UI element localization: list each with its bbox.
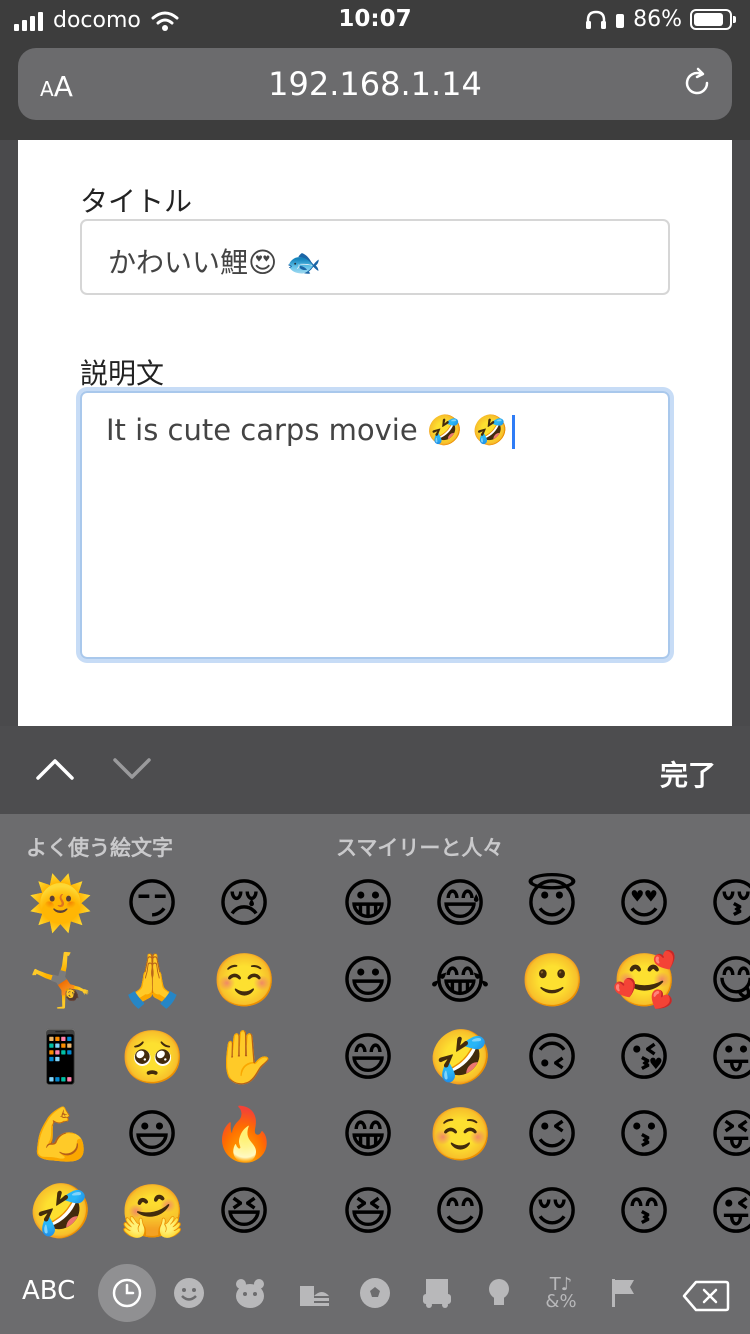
emoji-grid: 🌞 😏 😢 😀 😅 😇 😍 😚 🤸 🙏 ☺️ 😃 😂 🙂 🥰 😋 📱 🥺 ✋ 😄 🤣 🙃 😘 😛 💪 😃 🔥 😁 ☺️ 😉 😗 😝 🤣 🤗 😆 😆 😊 😌… — [0, 872, 750, 1242]
battery-icon — [690, 9, 736, 30]
title-input[interactable]: かわいい鯉😍 🐟 — [80, 219, 670, 295]
emoji-key[interactable]: 😏 — [120, 872, 184, 936]
bear-icon[interactable] — [233, 1276, 267, 1310]
address-bar[interactable]: AA 192.168.1.14 — [18, 48, 732, 120]
keyboard-accessory-bar: 完了 — [0, 726, 750, 814]
emoji-key[interactable]: 🙏 — [120, 949, 185, 1013]
emoji-key[interactable]: 🤗 — [120, 1180, 185, 1244]
browser-toolbar: AA 192.168.1.14 — [0, 40, 750, 140]
description-textarea[interactable]: It is cute carps movie 🤣 🤣 — [80, 391, 670, 659]
emoji-key[interactable]: 😅 — [428, 872, 492, 936]
emoji-key[interactable]: 😜 — [704, 1180, 750, 1244]
food-icon[interactable] — [296, 1276, 330, 1310]
emoji-key[interactable]: 😙 — [612, 1180, 676, 1244]
emoji-key[interactable]: 😗 — [612, 1103, 676, 1167]
emoji-key[interactable]: 😄 — [336, 1026, 400, 1090]
status-bar: docomo 10:07 86% — [0, 0, 750, 40]
car-icon[interactable] — [420, 1276, 454, 1310]
description-text: It is cute carps movie 🤣 🤣 — [106, 413, 509, 447]
emoji-key[interactable]: 🔥 — [212, 1103, 277, 1167]
battery-percent: 86% — [633, 7, 682, 32]
smileys-people-label: スマイリーと人々 — [336, 836, 504, 860]
emoji-key[interactable]: 😇 — [520, 872, 584, 936]
text-caret — [512, 415, 516, 449]
emoji-key[interactable]: 🙃 — [520, 1026, 584, 1090]
emoji-key[interactable]: 😋 — [704, 949, 750, 1013]
emoji-key[interactable]: 😂 — [428, 949, 492, 1013]
emoji-key[interactable]: 🥰 — [612, 949, 677, 1013]
description-label: 説明文 — [80, 357, 165, 390]
emoji-key[interactable]: 😘 — [612, 1026, 676, 1090]
category-recent-button[interactable] — [98, 1264, 156, 1322]
emoji-key[interactable]: 😝 — [704, 1103, 750, 1167]
emoji-key[interactable]: 🙂 — [520, 949, 585, 1013]
delete-key-icon[interactable] — [682, 1280, 730, 1312]
emoji-key[interactable]: 🤣 — [428, 1026, 493, 1090]
reload-icon[interactable] — [680, 66, 714, 100]
emoji-key[interactable]: 😍 — [612, 872, 676, 936]
ball-icon[interactable] — [358, 1276, 392, 1310]
abc-button[interactable]: ABC — [22, 1276, 75, 1306]
url-text[interactable]: 192.168.1.14 — [18, 65, 732, 103]
emoji-key[interactable]: 💪 — [28, 1103, 93, 1167]
page-margin-right — [732, 140, 750, 726]
emoji-key[interactable]: 😌 — [520, 1180, 584, 1244]
battery-fill — [694, 13, 724, 26]
symbols-icon[interactable]: T♪ &% — [544, 1276, 578, 1311]
headphones-icon — [586, 10, 607, 29]
emoji-key[interactable]: 😃 — [120, 1103, 184, 1167]
emoji-key[interactable]: 😊 — [428, 1180, 492, 1244]
emoji-key[interactable]: 😉 — [520, 1103, 584, 1167]
emoji-key[interactable]: 😁 — [336, 1103, 400, 1167]
page-margin-left — [0, 140, 18, 726]
chevron-down-icon[interactable] — [112, 754, 152, 784]
emoji-key[interactable]: 😆 — [212, 1180, 276, 1244]
emoji-key[interactable]: 😀 — [336, 872, 400, 936]
emoji-key[interactable]: 🥺 — [120, 1026, 185, 1090]
emoji-key[interactable]: 😛 — [704, 1026, 750, 1090]
emoji-key[interactable]: 📱 — [28, 1026, 93, 1090]
emoji-key[interactable]: 🤣 — [28, 1180, 93, 1244]
emoji-category-bar: ABC T♪ &% — [0, 1252, 750, 1334]
emoji-key[interactable]: ☺️ — [428, 1103, 493, 1167]
frequently-used-label: よく使う絵文字 — [26, 836, 173, 860]
bulb-icon[interactable] — [482, 1276, 516, 1310]
emoji-key[interactable]: ☺️ — [212, 949, 277, 1013]
emoji-key[interactable]: 😢 — [212, 872, 276, 936]
emoji-key[interactable]: 🤸 — [28, 949, 93, 1013]
web-page: タイトル かわいい鯉😍 🐟 説明文 It is cute carps movie… — [18, 140, 732, 726]
emoji-key[interactable]: 😚 — [704, 872, 750, 936]
emoji-key[interactable]: ✋ — [212, 1026, 277, 1090]
emoji-key[interactable]: 😆 — [336, 1180, 400, 1244]
emoji-key[interactable]: 😃 — [336, 949, 400, 1013]
smiley-icon[interactable] — [172, 1276, 206, 1310]
title-label: タイトル — [80, 185, 193, 218]
flag-icon[interactable] — [606, 1276, 640, 1310]
orientation-lock-icon — [616, 13, 625, 28]
clock-icon — [112, 1278, 142, 1308]
chevron-up-icon[interactable] — [35, 754, 75, 784]
done-button[interactable]: 完了 — [660, 754, 716, 794]
emoji-key[interactable]: 🌞 — [28, 872, 93, 936]
status-right: 86% — [585, 7, 736, 32]
